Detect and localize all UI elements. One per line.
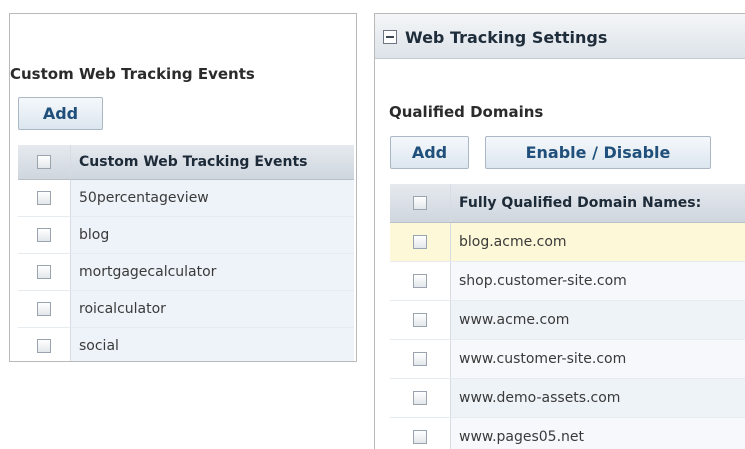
row-checkbox[interactable] <box>37 191 51 205</box>
table-header-row: Fully Qualified Domain Names: <box>390 184 745 223</box>
table-row[interactable]: www.customer-site.com <box>390 339 745 379</box>
table-row[interactable]: mortgagecalculator <box>18 253 354 291</box>
web-tracking-settings-panel: Web Tracking Settings Qualified Domains … <box>374 13 745 449</box>
table-row[interactable]: blog.acme.com <box>390 222 745 262</box>
collapse-icon[interactable] <box>383 30 397 44</box>
enable-disable-button[interactable]: Enable / Disable <box>485 136 711 169</box>
event-name: roicalculator <box>70 290 354 328</box>
row-checkbox[interactable] <box>413 274 427 288</box>
row-checkbox[interactable] <box>413 235 427 249</box>
row-checkbox[interactable] <box>413 313 427 327</box>
table-row[interactable]: 50percentageview <box>18 179 354 217</box>
event-name: 50percentageview <box>70 179 354 217</box>
table-row[interactable]: www.demo-assets.com <box>390 378 745 418</box>
event-name: blog <box>70 216 354 254</box>
add-domain-button[interactable]: Add <box>390 136 469 169</box>
table-row[interactable]: shop.customer-site.com <box>390 261 745 301</box>
select-all-cell <box>390 184 451 223</box>
table-row[interactable]: roicalculator <box>18 290 354 328</box>
domain-name: www.pages05.net <box>450 417 745 449</box>
custom-events-panel: Custom Web Tracking Events Add Custom We… <box>9 13 357 362</box>
qualified-domains-table: Fully Qualified Domain Names: blog.acme.… <box>390 184 745 449</box>
table-row[interactable]: www.pages05.net <box>390 417 745 449</box>
row-checkbox[interactable] <box>37 339 51 353</box>
row-checkbox[interactable] <box>413 352 427 366</box>
domain-name: blog.acme.com <box>450 222 745 262</box>
column-header-domains: Fully Qualified Domain Names: <box>450 184 745 223</box>
custom-events-table: Custom Web Tracking Events 50percentagev… <box>18 145 354 361</box>
settings-header[interactable]: Web Tracking Settings <box>375 14 745 59</box>
event-name: social <box>70 327 354 361</box>
custom-events-title: Custom Web Tracking Events <box>10 65 255 83</box>
column-header-events: Custom Web Tracking Events <box>70 145 354 180</box>
select-all-checkbox[interactable] <box>413 196 427 210</box>
row-checkbox[interactable] <box>37 302 51 316</box>
row-checkbox[interactable] <box>37 265 51 279</box>
table-header-row: Custom Web Tracking Events <box>18 145 354 180</box>
select-all-checkbox[interactable] <box>37 155 51 169</box>
table-row[interactable]: blog <box>18 216 354 254</box>
add-event-button[interactable]: Add <box>18 97 103 130</box>
event-name: mortgagecalculator <box>70 253 354 291</box>
table-row[interactable]: social <box>18 327 354 361</box>
settings-title: Web Tracking Settings <box>405 28 608 47</box>
row-checkbox[interactable] <box>37 228 51 242</box>
table-row[interactable]: www.acme.com <box>390 300 745 340</box>
qualified-domains-title: Qualified Domains <box>389 103 544 121</box>
domain-name: www.customer-site.com <box>450 339 745 379</box>
domain-name: www.demo-assets.com <box>450 378 745 418</box>
domain-name: www.acme.com <box>450 300 745 340</box>
row-checkbox[interactable] <box>413 391 427 405</box>
domain-name: shop.customer-site.com <box>450 261 745 301</box>
select-all-cell <box>18 145 71 180</box>
row-checkbox[interactable] <box>413 430 427 444</box>
